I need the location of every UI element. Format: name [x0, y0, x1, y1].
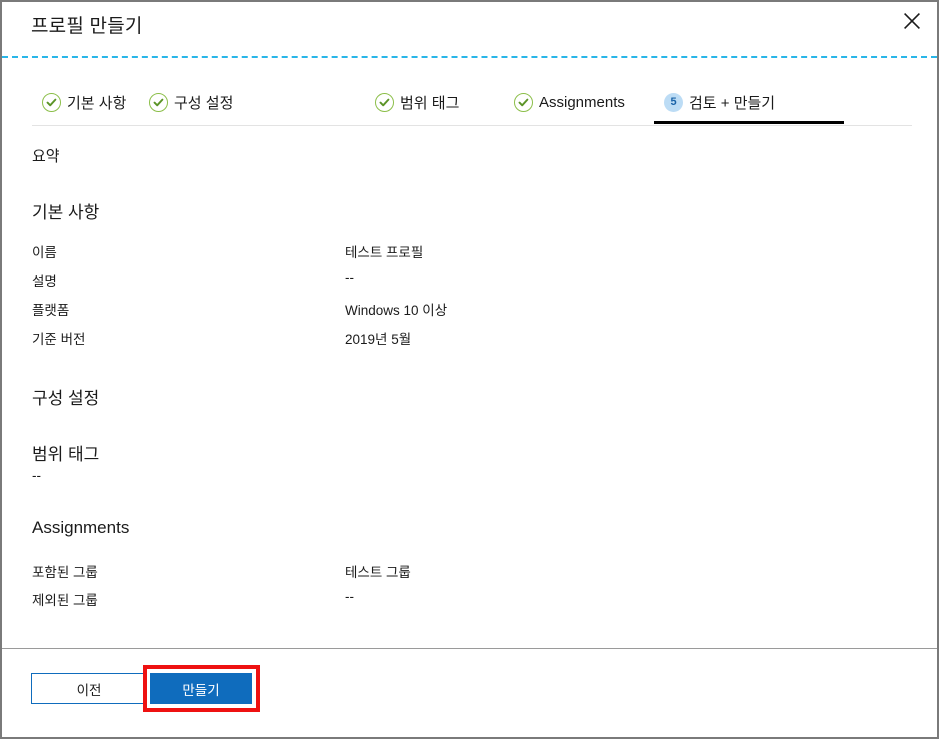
tab-basics[interactable]: 기본 사항 [36, 80, 132, 124]
summary-row-key: 기준 버전 [32, 332, 86, 347]
create-profile-dialog: 프로필 만들기 기본 사항 구성 설정 범위 태그 Assignments 5 … [0, 0, 939, 739]
section-heading: Assignments [32, 518, 130, 537]
back-button[interactable]: 이전 [31, 673, 147, 704]
summary-row-value: -- [345, 589, 354, 604]
check-circle-icon [514, 92, 533, 112]
dashed-divider [2, 56, 937, 58]
check-circle-icon [149, 92, 168, 112]
summary-row: 포함된 그룹 테스트 그룹 [2, 561, 937, 586]
tab-label: 범위 태그 [400, 94, 460, 112]
summary-row-key: 포함된 그룹 [32, 565, 98, 580]
tabstrip-baseline [32, 125, 912, 126]
check-circle-icon [375, 92, 394, 112]
dialog-footer: 이전 만들기 [2, 649, 937, 737]
summary-heading: 요약 [32, 148, 60, 165]
tab-assignments[interactable]: Assignments [508, 80, 631, 124]
summary-row: 플랫폼 Windows 10 이상 [2, 299, 937, 324]
tab-label: 기본 사항 [67, 94, 127, 112]
active-tab-underline [654, 121, 844, 124]
summary-row-key: 이름 [32, 245, 57, 260]
tab-label: 구성 설정 [174, 94, 234, 112]
check-circle-icon [42, 92, 61, 112]
summary-row: 설명 -- [2, 270, 937, 295]
summary-row-value: 2019년 5월 [345, 332, 412, 347]
summary-row-value: Windows 10 이상 [345, 303, 448, 318]
page-title: 프로필 만들기 [31, 16, 143, 37]
tab-scope-tags[interactable]: 범위 태그 [369, 80, 465, 124]
create-button[interactable]: 만들기 [150, 673, 252, 704]
tab-label: Assignments [539, 93, 625, 111]
tab-label: 검토 + 만들기 [689, 94, 776, 112]
summary-row-key: 설명 [32, 274, 57, 289]
wizard-tabstrip: 기본 사항 구성 설정 범위 태그 Assignments 5 검토 + 만들기 [2, 80, 937, 128]
summary-row: 제외된 그룹 -- [2, 589, 937, 614]
scope-tags-value: -- [32, 468, 41, 483]
summary-row-value: 테스트 프로필 [345, 245, 424, 260]
tab-configuration-settings[interactable]: 구성 설정 [143, 80, 239, 124]
summary-row-value: 테스트 그룹 [345, 565, 411, 580]
step-number-badge: 5 [664, 92, 683, 112]
summary-row: 기준 버전 2019년 5월 [2, 328, 937, 353]
section-heading: 범위 태그 [32, 445, 100, 464]
summary-content: 요약 기본 사항 이름 테스트 프로필 설명 -- 플랫폼 Windows 10… [2, 128, 937, 648]
summary-row: 이름 테스트 프로필 [2, 241, 937, 266]
dialog-titlebar: 프로필 만들기 [2, 2, 937, 58]
section-heading: 기본 사항 [32, 203, 100, 222]
summary-row-key: 제외된 그룹 [32, 593, 98, 608]
tab-review-and-create[interactable]: 5 검토 + 만들기 [654, 80, 844, 124]
summary-row-value: -- [345, 270, 354, 285]
section-heading: 구성 설정 [32, 389, 100, 408]
close-icon[interactable] [895, 4, 929, 38]
summary-row-key: 플랫폼 [32, 303, 70, 318]
